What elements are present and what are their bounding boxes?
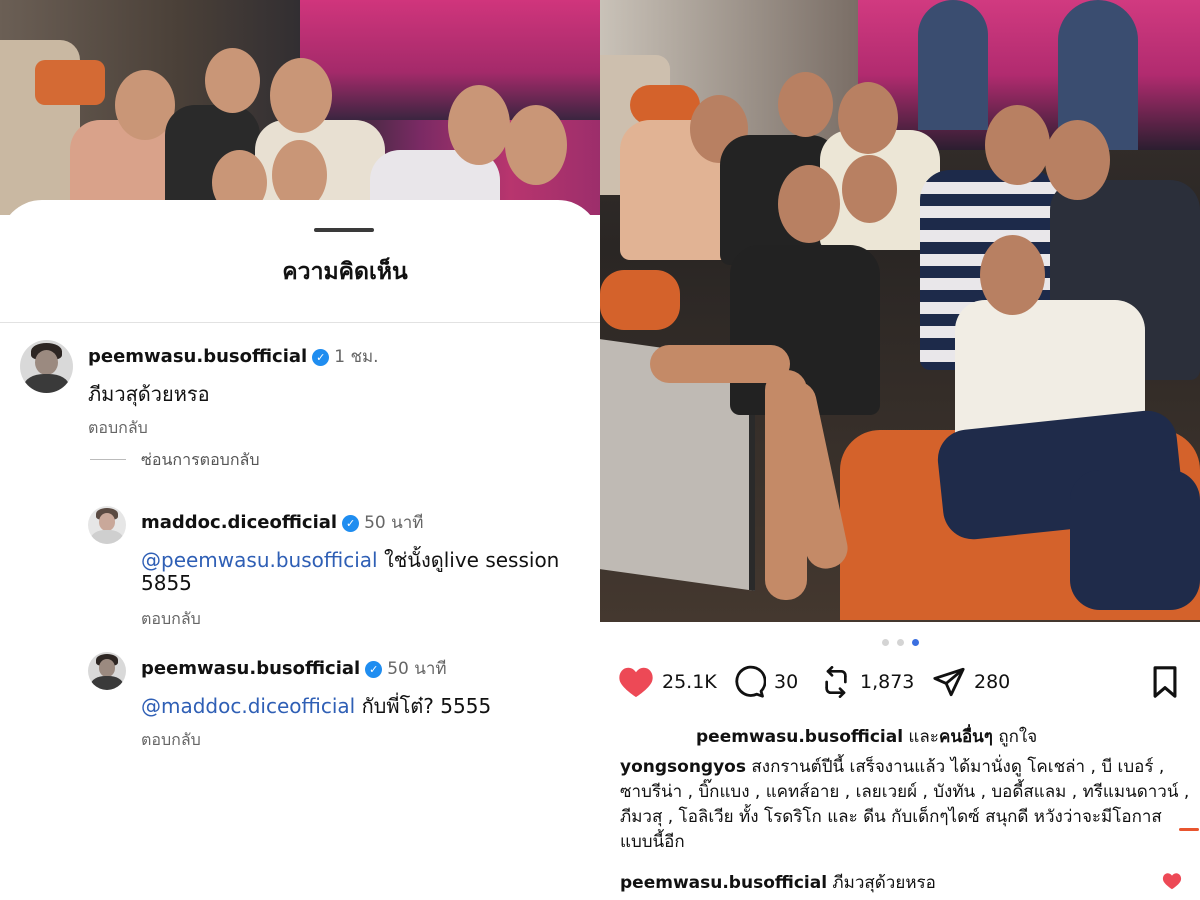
person-image	[842, 155, 897, 223]
top-comment-username[interactable]: peemwasu.busofficial	[620, 873, 827, 893]
bookmark-icon	[1153, 666, 1177, 698]
comment-button[interactable]: 30	[732, 664, 798, 700]
reply-header: peemwasu.busofficial ✓ 50 นาที	[141, 655, 447, 682]
top-comment: peemwasu.busofficial ภีมวสุด้วยหรอ	[620, 869, 936, 896]
repost-count: 1,873	[860, 671, 915, 693]
carousel-dot-active[interactable]	[912, 639, 919, 646]
comment-like-heart-icon[interactable]	[1162, 872, 1182, 890]
reply-timestamp: 50 นาที	[387, 659, 447, 679]
person-image	[980, 235, 1045, 315]
comment-count: 30	[774, 671, 799, 693]
tv-screen-image	[300, 0, 600, 120]
liked-by-text: peemwasu.busofficial และคนอื่นๆ ถูกใจ	[696, 723, 1037, 750]
comments-screenshot: ความคิดเห็น peemwasu.busofficial ✓ 1 ชม. ภ…	[0, 0, 600, 900]
reply-header: maddoc.diceofficial ✓ 50 นาที	[141, 509, 424, 536]
caption-username[interactable]: yongsongyos	[620, 757, 746, 777]
person-image	[1070, 470, 1200, 610]
person-image	[778, 165, 840, 243]
person-image	[650, 345, 790, 383]
pillow-image	[35, 60, 105, 105]
reply-text-body: กับพี่โต๋? 5555	[355, 694, 492, 718]
avatar[interactable]	[88, 506, 126, 544]
caption-highlighted-text: ภีมวสุ ,	[620, 807, 674, 827]
share-count: 280	[974, 671, 1011, 693]
reply-text-body: ใช่นั้งดูlive session	[377, 548, 560, 572]
verified-badge-icon: ✓	[365, 661, 383, 678]
tv-figure-image	[918, 0, 988, 130]
top-comment-text: ภีมวสุด้วยหรอ	[827, 873, 936, 893]
comment-text: ภีมวสุด้วยหรอ	[88, 382, 210, 406]
save-button[interactable]	[1150, 664, 1188, 700]
action-bar: 25.1K 30 1,873 280	[600, 664, 1200, 704]
sheet-divider	[0, 322, 600, 323]
liked-by-others-link[interactable]: คนอื่นๆ	[939, 727, 993, 747]
comment-bubble-icon	[735, 665, 766, 698]
person-image	[1045, 120, 1110, 200]
avatar[interactable]	[88, 652, 126, 690]
liked-by-suffix: ถูกใจ	[992, 727, 1038, 747]
like-count: 25.1K	[662, 671, 717, 693]
carousel-dot[interactable]	[897, 639, 904, 646]
person-image	[778, 72, 833, 137]
post-caption: yongsongyos สงกรานต์ปีนี้ เสร็จงานแล้ว ไ…	[620, 755, 1190, 855]
sheet-drag-handle[interactable]	[314, 228, 374, 232]
reply-username[interactable]: maddoc.diceofficial	[141, 512, 337, 533]
person-image	[448, 85, 510, 165]
cushion-image	[600, 270, 680, 330]
person-image	[838, 82, 898, 154]
comment-header: peemwasu.busofficial ✓ 1 ชม.	[88, 343, 379, 370]
post-screenshot: 25.1K 30 1,873 280 peemwasu.busofficial …	[600, 0, 1200, 900]
person-image	[985, 105, 1050, 185]
reply-text: @peemwasu.busofficial ใช่นั้งดูlive sess…	[141, 544, 559, 576]
reply-text: @maddoc.diceofficial กับพี่โต๋? 5555	[141, 690, 491, 722]
reply-username[interactable]: peemwasu.busofficial	[141, 658, 360, 679]
reply-button[interactable]: ตอบกลับ	[141, 728, 201, 753]
person-image	[505, 105, 567, 185]
mention-link[interactable]: @maddoc.diceofficial	[141, 694, 355, 718]
like-button[interactable]: 25.1K	[618, 664, 717, 700]
comment-timestamp: 1 ชม.	[334, 347, 379, 367]
share-button[interactable]: 280	[932, 664, 1010, 700]
verified-badge-icon: ✓	[312, 349, 330, 366]
reply-timestamp: 50 นาที	[364, 513, 424, 533]
repost-icon	[825, 666, 847, 698]
post-photo[interactable]	[600, 0, 1200, 622]
reply-button[interactable]: ตอบกลับ	[141, 607, 201, 632]
post-photo-background	[0, 0, 600, 215]
send-icon	[933, 667, 965, 697]
heart-filled-icon	[619, 667, 653, 697]
cushion-image	[630, 85, 700, 125]
person-image	[205, 48, 260, 113]
reply-button[interactable]: ตอบกลับ	[88, 416, 148, 441]
liked-by-username[interactable]: peemwasu.busofficial	[696, 727, 903, 747]
liked-by-connector: และ	[903, 727, 939, 747]
reply-text-line2: 5855	[141, 571, 192, 595]
verified-badge-icon: ✓	[342, 515, 360, 532]
caption-text-continued: โอลิเวีย ทั้ง โรดริโก และ ดีน กับเด็กๆได…	[620, 807, 1162, 852]
mention-link[interactable]: @peemwasu.busofficial	[141, 548, 378, 572]
person-image	[270, 58, 332, 133]
carousel-dot[interactable]	[882, 639, 889, 646]
hide-replies-button[interactable]: ซ่อนการตอบกลับ	[141, 448, 259, 473]
comments-sheet: ความคิดเห็น peemwasu.busofficial ✓ 1 ชม. ภ…	[0, 200, 600, 900]
comment-username[interactable]: peemwasu.busofficial	[88, 346, 307, 367]
sheet-title: ความคิดเห็น	[282, 259, 408, 285]
replies-divider-line	[90, 459, 126, 460]
repost-button[interactable]: 1,873	[820, 664, 914, 700]
avatar[interactable]	[20, 340, 73, 393]
